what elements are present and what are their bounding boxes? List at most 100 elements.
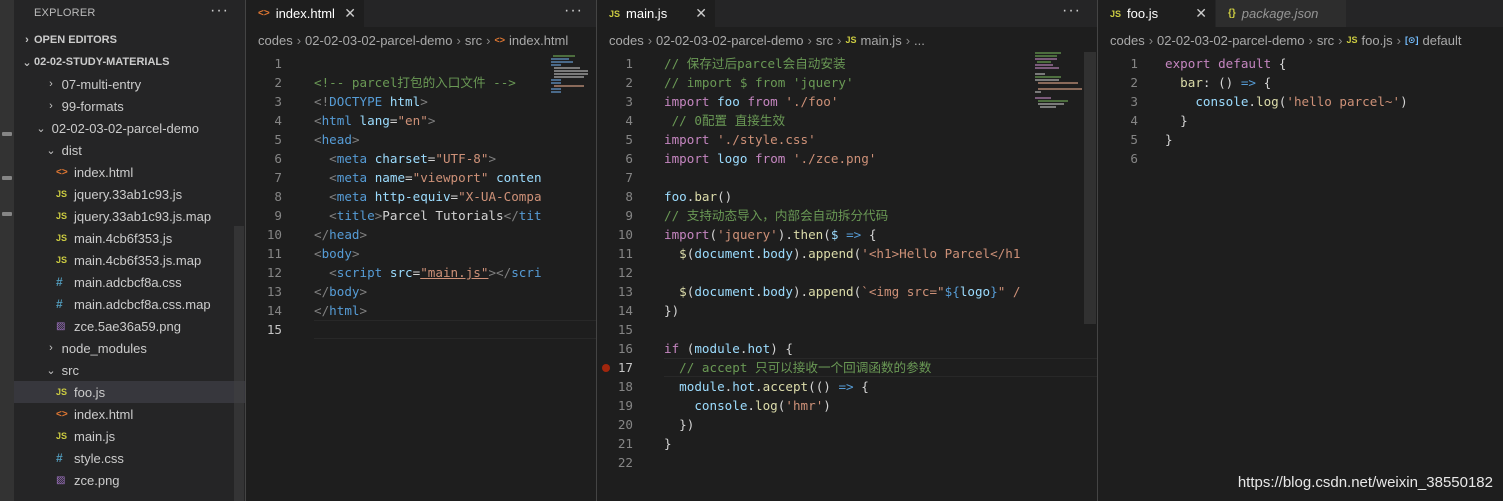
tree-item-label: foo.js xyxy=(74,384,106,400)
tab-main-js[interactable]: JS main.js ✕ xyxy=(597,0,715,27)
minimap-line xyxy=(1035,79,1059,81)
code-text: // import $ from 'jquery' xyxy=(664,73,854,92)
tree-file[interactable]: JS main.4cb6f353.js.map xyxy=(14,249,245,271)
workspace-root[interactable]: ⌄ 02-02-STUDY-MATERIALS xyxy=(14,51,245,73)
tab-label: main.js xyxy=(626,6,668,21)
breadcrumb-item[interactable]: index.html xyxy=(509,33,568,48)
close-icon[interactable]: ✕ xyxy=(1195,5,1207,22)
tree-file[interactable]: JS jquery.33ab1c93.js.map xyxy=(14,205,245,227)
tree-file[interactable]: # main.adcbcf8a.css.map xyxy=(14,293,245,315)
tree-folder[interactable]: ⌄ dist xyxy=(14,139,245,161)
code-editor[interactable]: 1 2 <!-- parcel打包的入口文件 --> 3 <!DOCTYPE html>… xyxy=(246,52,596,501)
minimap-line xyxy=(1035,67,1059,69)
chevron-down-icon: ⌄ xyxy=(22,56,32,69)
editor-more-icon[interactable]: ··· xyxy=(564,2,583,20)
code-token: "main.js" xyxy=(420,265,489,280)
tree-file[interactable]: JS main.4cb6f353.js xyxy=(14,227,245,249)
tree-folder[interactable]: › 99-formats xyxy=(14,95,245,117)
breadcrumb-item[interactable]: 02-02-03-02-parcel-demo xyxy=(656,33,803,48)
tree-file[interactable]: ▨ zce.5ae36a59.png xyxy=(14,315,245,337)
code-token: module xyxy=(694,341,740,356)
code-text: } xyxy=(664,434,672,453)
tree-file[interactable]: <> index.html xyxy=(14,403,245,425)
line-number: 5 xyxy=(625,132,633,147)
code-token: = xyxy=(405,170,413,185)
minimap-line xyxy=(551,64,561,66)
code-token: " / xyxy=(997,284,1021,299)
code-token: ). xyxy=(792,246,809,261)
line-number: 6 xyxy=(274,151,282,166)
explorer-more-icon[interactable]: ··· xyxy=(210,2,229,20)
open-editors-section[interactable]: › OPEN EDITORS xyxy=(14,29,245,51)
activity-icon[interactable] xyxy=(2,176,12,180)
code-token: title xyxy=(336,208,375,223)
minimap-line xyxy=(554,73,588,75)
minimap[interactable] xyxy=(1035,52,1087,112)
code-line: 20 }) xyxy=(597,415,1097,434)
tree-file[interactable]: JS foo.js xyxy=(14,381,245,403)
breadcrumb-item[interactable]: src xyxy=(465,33,482,48)
code-token: . xyxy=(755,284,763,299)
tab-bar: <> index.html ✕ ··· xyxy=(246,0,596,27)
line-number: 14 xyxy=(617,303,633,318)
breadcrumb-separator-icon: › xyxy=(1338,32,1343,48)
sidebar-scrollbar[interactable] xyxy=(234,226,244,501)
breadcrumb-item[interactable]: codes xyxy=(258,33,293,48)
activity-icon[interactable] xyxy=(2,132,12,136)
activity-icon[interactable] xyxy=(2,212,12,216)
code-editor[interactable]: 1 // 保存过后parcel会自动安装 2 // import $ from 'jq… xyxy=(597,52,1097,501)
breadcrumb-item[interactable]: ... xyxy=(914,33,925,48)
code-token: foo xyxy=(664,189,687,204)
breadcrumb-item[interactable]: src xyxy=(816,33,833,48)
code-line: 9 <title>Parcel Tutorials</tit xyxy=(246,206,596,225)
code-line: 3 import foo from './foo' xyxy=(597,92,1097,111)
tree-folder[interactable]: › node_modules xyxy=(14,337,245,359)
minimap[interactable] xyxy=(551,52,596,112)
breadcrumb-item[interactable]: default xyxy=(1422,33,1461,48)
tab-index-html[interactable]: <> index.html ✕ xyxy=(246,0,364,27)
tree-file[interactable]: JS main.js xyxy=(14,425,245,447)
code-token: append xyxy=(808,284,854,299)
html-file-icon: <> xyxy=(494,35,506,45)
tab-foo-js[interactable]: JS foo.js ✕ xyxy=(1098,0,1215,27)
tree-folder[interactable]: ⌄ src xyxy=(14,359,245,381)
editor-group-index-html: <> index.html ✕ ··· codes › 02-02-03-02-pa… xyxy=(245,0,596,501)
close-icon[interactable]: ✕ xyxy=(344,5,356,22)
breadcrumb-item[interactable]: codes xyxy=(609,33,644,48)
chevron-right-icon: › xyxy=(49,342,53,354)
breadcrumb-item[interactable]: 02-02-03-02-parcel-demo xyxy=(305,33,452,48)
tab-package-json[interactable]: {} package.json xyxy=(1216,0,1346,27)
code-token: meta xyxy=(336,189,368,204)
tree-file[interactable]: ▨ zce.png xyxy=(14,469,245,491)
breadcrumb-item[interactable]: foo.js xyxy=(1362,33,1393,48)
breadcrumb-item[interactable]: src xyxy=(1317,33,1334,48)
code-text: $(document.body).append(`<img src="${log… xyxy=(664,282,1021,301)
code-token: (() xyxy=(808,379,839,394)
code-token: { xyxy=(1271,56,1287,71)
tree-folder[interactable]: › 07-multi-entry xyxy=(14,73,245,95)
breadcrumb-separator-icon: › xyxy=(1308,32,1313,48)
breakpoint-icon[interactable] xyxy=(602,364,610,372)
tree-file[interactable]: # main.adcbcf8a.css xyxy=(14,271,245,293)
breadcrumb-item[interactable]: 02-02-03-02-parcel-demo xyxy=(1157,33,1304,48)
code-token: module xyxy=(679,379,725,394)
tree-file[interactable]: <> index.html xyxy=(14,161,245,183)
code-editor[interactable]: 1 export default {2 bar: () => {3 console… xyxy=(1098,52,1503,501)
close-icon[interactable]: ✕ xyxy=(695,5,707,22)
editor-scrollbar[interactable] xyxy=(1084,52,1096,324)
code-text: </html> xyxy=(314,301,367,320)
tree-file[interactable]: # style.css xyxy=(14,447,245,469)
code-token: meta xyxy=(336,170,368,185)
editor-more-icon[interactable]: ··· xyxy=(1062,2,1081,20)
breadcrumb-item[interactable]: codes xyxy=(1110,33,1145,48)
breadcrumb-item[interactable]: main.js xyxy=(861,33,902,48)
tree-file[interactable]: JS jquery.33ab1c93.js xyxy=(14,183,245,205)
minimap-line xyxy=(551,79,561,81)
tree-folder[interactable]: ⌄ 02-02-03-02-parcel-demo xyxy=(14,117,245,139)
